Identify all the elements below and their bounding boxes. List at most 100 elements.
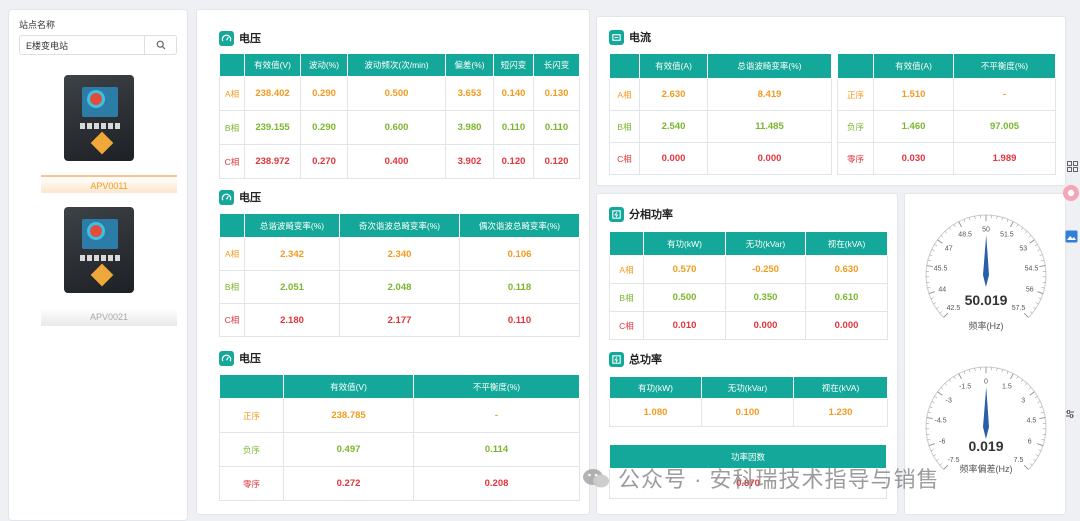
gauge-tick-label: -1.5 (959, 384, 971, 391)
power-icon (609, 206, 624, 222)
frequency-deviation-value: 0.019 (968, 438, 1004, 454)
phase-power-section-title: 分相功率 (609, 206, 673, 222)
gauge-tick (1024, 383, 1028, 386)
gauge-tick-label: 53 (1019, 245, 1027, 252)
table-row: A相 2.630 8.419 (609, 78, 832, 111)
current-table-sequence: 有效值(A) 不平衡度(%) 正序 1.510- 负序 1.460 97.005 零序 0… (837, 53, 1056, 175)
frequency-deviation-label: 频率偏差(Hz) (959, 464, 1013, 474)
gauge-tick-label: 50 (982, 227, 990, 234)
gauge-tick (953, 224, 956, 228)
voltage-section-title-2: 电压 (219, 189, 261, 205)
gauge-tick (943, 312, 949, 318)
gauge-tick (949, 227, 952, 231)
gauge-tick (937, 391, 943, 396)
table-row: 1.080 0.100 1.230 (609, 398, 888, 427)
table-row: 零序 0.030 1.989 (837, 142, 1056, 175)
gauge-tick (1006, 219, 1009, 223)
gauge-tick (1020, 379, 1023, 383)
search-icon (156, 40, 165, 50)
voltage-section-title-3: 电压 (219, 350, 261, 366)
voltage-table-3: 有效值(V) 不平衡度(%) 正序 238.785- 负序 0.497 0.114 零序… (219, 374, 580, 501)
total-power-table: 有功(kW) 无功(kVar) 视在(kVA) 1.080 0.100 1.230 (609, 376, 888, 427)
gauge-tick (1029, 239, 1035, 244)
voltage-table-2: 总谐波畸变率(%) 奇次谐波总畸变率(%) 偶次谐波总畸变率(%) A相 2.342 2… (219, 213, 580, 337)
table-row: B相 239.155 0.290 0.600 3.980 0.110 0.110 (219, 110, 580, 145)
gauge-tick (940, 235, 944, 238)
image-icon[interactable] (1063, 228, 1079, 244)
gauge-tick (927, 287, 931, 289)
station-search-input[interactable] (20, 36, 144, 54)
gauge-tick (996, 216, 998, 220)
current-icon (609, 29, 624, 45)
gauge-tick (926, 417, 933, 419)
assistant-icon[interactable] (1063, 185, 1079, 201)
gauge-tick-label: -4.5 (935, 417, 947, 424)
gauge-needle (983, 387, 989, 428)
gauge-tick (1037, 249, 1041, 251)
station-panel: 站点名称 APV0011 APV0021 (8, 9, 188, 521)
gauge-tick (1034, 244, 1038, 247)
gauge-tick (1041, 259, 1045, 262)
watermark: 公众号 · 安科瑞技术指导与销售 (582, 462, 940, 494)
device-image-apv0021[interactable] (64, 207, 134, 293)
gauge-needle (983, 235, 989, 276)
gauge-tick (1041, 411, 1045, 414)
gauge-tick (940, 387, 944, 390)
station-search (19, 35, 177, 55)
gauge-tick-label: 3 (1021, 397, 1025, 404)
gauge-tick (944, 383, 948, 386)
gauge-tick (1001, 369, 1003, 373)
gauge-tick (927, 259, 931, 262)
device-item-apv0011[interactable]: APV0011 (41, 175, 177, 193)
gauge-tick (1033, 458, 1036, 461)
gauge-tick (1010, 221, 1014, 228)
table-row: 零序 0.272 0.208 (219, 466, 580, 501)
gauge-tick (1020, 227, 1023, 231)
gauge-tick (963, 371, 966, 375)
gauge-tick (1039, 265, 1046, 267)
gauge-tick (936, 458, 939, 461)
voltage-section-title-1: 电压 (219, 30, 261, 46)
gauge-tick (931, 249, 935, 251)
gauge-tick (927, 411, 931, 414)
grid-icon[interactable] (1064, 158, 1080, 174)
gauge-tick (1039, 417, 1046, 419)
settings-sliders-icon[interactable] (1062, 406, 1078, 422)
gauge-tick (958, 221, 962, 228)
current-panel: 电流 有效值(A) 总谐波畸变率(%) A相 2.630 8.419 B相 2.540 1… (596, 16, 1066, 186)
table-row: A相 2.342 2.340 0.106 (219, 237, 580, 271)
gauge-tick (1041, 287, 1045, 289)
table-row: B相 2.051 2.048 0.118 (219, 270, 580, 304)
meter-icon (219, 189, 234, 205)
gauge-tick (1034, 396, 1038, 399)
device-image-apv0011[interactable] (64, 75, 134, 161)
table-row: C相 0.000 0.000 (609, 142, 832, 175)
watermark-text: 公众号 · 安科瑞技术指导与销售 (618, 467, 940, 492)
frequency-label: 频率(Hz) (968, 321, 1004, 331)
wechat-icon (583, 469, 609, 488)
gauge-tick-label: 51.5 (1000, 232, 1014, 239)
gauge-tick (974, 368, 976, 372)
gauge-tick (1023, 312, 1029, 318)
search-button[interactable] (144, 36, 176, 54)
voltage-table-1: 有效值(V) 波动(%) 波动频次(次/min) 偏差(%) 短闪变 长闪变 A相 238.… (219, 53, 580, 179)
gauge-tick-label: 45.5 (934, 265, 948, 272)
gauge-tick-label: 0 (984, 379, 988, 386)
gauge-tick (933, 454, 937, 457)
gauge-tick (1029, 311, 1033, 314)
gauge-tick (953, 376, 956, 380)
gauge-tick (1035, 454, 1039, 457)
device-item-apv0021[interactable]: APV0021 (41, 308, 177, 326)
table-row: C相 0.010 0.000 0.000 (609, 311, 888, 340)
current-table-phase: 有效值(A) 总谐波畸变率(%) A相 2.630 8.419 B相 2.540 11.4… (609, 53, 832, 175)
gauge-tick (1001, 217, 1003, 221)
voltage-panel: 电压 有效值(V) 波动(%) 波动频次(次/min) 偏差(%) 短闪变 长闪变 A相 2… (196, 9, 590, 515)
table-row: C相 238.972 0.270 0.400 3.902 0.120 0.120 (219, 144, 580, 179)
gauge-tick (1024, 231, 1028, 234)
gauge-tick (939, 311, 943, 314)
meter-icon (219, 30, 234, 46)
table-row: 负序 1.460 97.005 (837, 110, 1056, 143)
gauge-tick (934, 396, 938, 399)
gauge-tick (1037, 401, 1041, 403)
current-section-title: 电流 (609, 29, 651, 45)
